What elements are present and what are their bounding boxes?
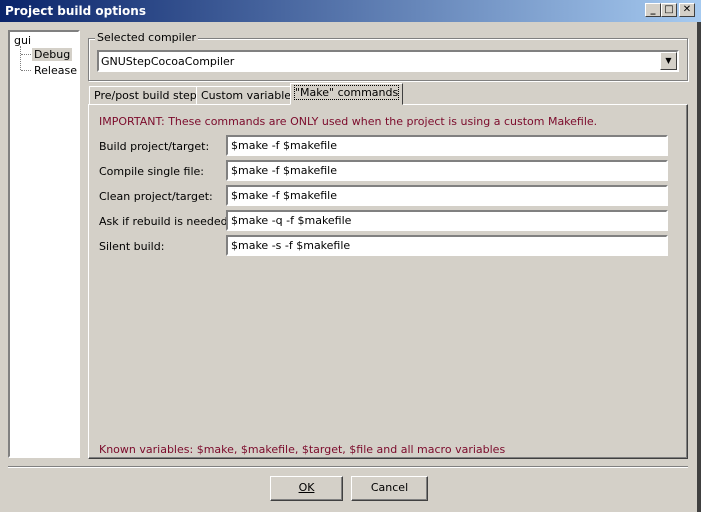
rebuild-command-input[interactable]: $make -q -f $makefile — [226, 210, 668, 231]
target-tree[interactable]: gui Debug Release — [8, 30, 80, 458]
compiler-value: GNUStepCocoaCompiler — [101, 55, 235, 68]
tree-lines — [20, 46, 32, 70]
input-value: $make -f $makefile — [231, 139, 337, 152]
compiler-group-label: Selected compiler — [95, 31, 199, 44]
important-note: IMPORTANT: These commands are ONLY used … — [99, 115, 598, 128]
close-button[interactable]: ✕ — [679, 3, 695, 17]
separator — [8, 466, 688, 468]
compiler-select[interactable]: GNUStepCocoaCompiler ▼ — [97, 50, 679, 72]
rebuild-label: Ask if rebuild is needed: — [99, 215, 232, 228]
chevron-down-icon[interactable]: ▼ — [660, 52, 677, 70]
input-value: $make -s -f $makefile — [231, 239, 351, 252]
tree-line — [21, 70, 31, 71]
build-label: Build project/target: — [99, 140, 210, 153]
compile-label: Compile single file: — [99, 165, 205, 178]
cancel-label: Cancel — [370, 481, 409, 494]
input-value: $make -f $makefile — [231, 164, 337, 177]
window-title: Project build options — [5, 4, 146, 18]
input-value: $make -q -f $makefile — [231, 214, 352, 227]
maximize-button[interactable]: □ — [661, 3, 677, 17]
cancel-button[interactable]: Cancel — [351, 476, 428, 501]
silent-command-input[interactable]: $make -s -f $makefile — [226, 235, 668, 256]
tab-label: "Make" commands — [293, 85, 400, 100]
tab-label: Pre/post build steps — [94, 89, 203, 102]
silent-label: Silent build: — [99, 240, 165, 253]
known-variables-note: Known variables: $make, $makefile, $targ… — [99, 443, 506, 456]
tab-custom-variables[interactable]: Custom variables — [196, 86, 302, 105]
ok-label: OK — [298, 481, 315, 494]
clean-label: Clean project/target: — [99, 190, 213, 203]
tab-make-commands[interactable]: "Make" commands — [290, 83, 404, 105]
tab-pre-post-build-steps[interactable]: Pre/post build steps — [89, 86, 208, 105]
clean-command-input[interactable]: $make -f $makefile — [226, 185, 668, 206]
input-value: $make -f $makefile — [231, 189, 337, 202]
build-command-input[interactable]: $make -f $makefile — [226, 135, 668, 156]
tree-item-release[interactable]: Release — [34, 64, 77, 77]
tree-line — [21, 54, 31, 55]
minimize-button[interactable]: _ — [645, 3, 661, 17]
tree-item-debug[interactable]: Debug — [32, 48, 73, 61]
compile-command-input[interactable]: $make -f $makefile — [226, 160, 668, 181]
window-edge — [697, 22, 701, 512]
ok-button[interactable]: OK — [270, 476, 343, 501]
title-bar: Project build options — [0, 0, 701, 22]
tab-panel — [88, 104, 688, 459]
tab-label: Custom variables — [201, 89, 297, 102]
